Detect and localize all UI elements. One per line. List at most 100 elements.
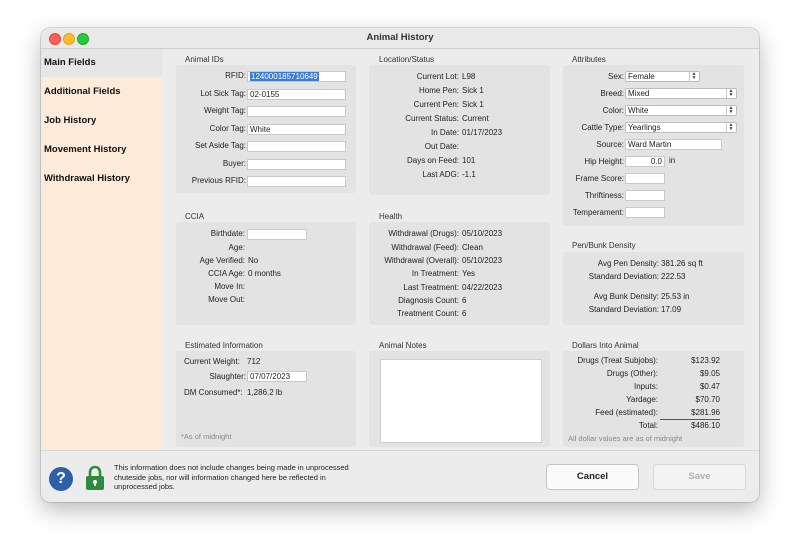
dollars-label-yardage: Yardage: [626,395,658,404]
set-aside-tag-field[interactable] [247,141,346,152]
color-tag-field[interactable]: White [247,124,346,135]
sidebar-item-main-fields[interactable]: Main Fields [41,49,162,77]
home-pen-value: Sick 1 [462,86,484,95]
std-dev-pen-value: 222.53 [661,272,686,281]
birthdate-field[interactable] [247,229,307,240]
weight-tag-field[interactable] [247,106,346,117]
slaughter-field[interactable]: 07/07/2023 [247,371,307,382]
slaughter-label: Slaughter: [209,372,246,381]
current-pen-value: Sick 1 [462,100,484,109]
age-verified-value: No [248,256,259,265]
days-on-feed-value: 101 [462,156,476,165]
breed-value: Mixed [628,89,650,98]
last-treatment-label: Last Treatment: [403,283,459,292]
color-label: Color: [602,106,624,115]
pen-bunk-density-title: Pen/Bunk Density [572,241,636,250]
diagnosis-count-value: 6 [462,296,467,305]
out-date-label: Out Date: [424,142,459,151]
previous-rfid-field[interactable] [247,176,346,187]
location-status-title: Location/Status [379,55,435,64]
age-label: Age: [228,243,245,252]
std-dev-bunk-label: Standard Deviation: [588,305,659,314]
sidebar-item-movement-history[interactable]: Movement History [41,136,162,164]
animal-notes-textarea[interactable] [380,359,542,443]
sidebar-item-job-history[interactable]: Job History [41,107,162,135]
sidebar-item-additional-fields[interactable]: Additional Fields [41,78,162,106]
last-treatment-value: 04/22/2023 [462,283,503,292]
ccia-age-label: CCIA Age: [208,269,245,278]
footer-bar: ? This information does not include chan… [41,450,759,502]
rfid-field[interactable]: 124000185710649 [247,71,346,82]
thriftiness-label: Thriftiness: [584,191,624,200]
temperament-field[interactable] [625,207,665,218]
pen-bunk-density-panel: Avg Pen Density: 381.26 sq ft Standard D… [563,252,744,325]
last-adg-label: Last ADG: [422,170,459,179]
color-value: White [628,106,649,115]
hip-height-label: Hip Height: [584,157,624,166]
color-select[interactable]: White ▲ ▼ [625,105,737,116]
in-date-value: 01/17/2023 [462,128,503,137]
withdrawal-feed-label: Withdrawal (Feed): [391,243,459,252]
avg-pen-density-label: Avg Pen Density: [597,259,659,268]
source-field[interactable]: Ward Martin [625,139,722,150]
std-dev-pen-label: Standard Deviation: [588,272,659,281]
help-icon[interactable]: ? [49,467,73,491]
hip-height-field[interactable]: 0.0 [625,156,665,167]
cattle-type-select[interactable]: Yearlings ▲ ▼ [625,122,737,133]
sidebar-item-withdrawal-history[interactable]: Withdrawal History [41,165,162,193]
ccia-panel: Birthdate: Age: Age Verified: No CCIA Ag… [176,222,356,325]
treatment-count-label: Treatment Count: [397,309,459,318]
dollars-value-yardage: $70.70 [695,395,720,404]
age-verified-label: Age Verified: [199,256,245,265]
dm-consumed-value: 1,286.2 lb [247,388,283,397]
cattle-type-value: Yearlings [628,123,661,132]
dollars-into-animal-title: Dollars Into Animal [572,341,639,350]
diagnosis-count-label: Diagnosis Count: [398,296,459,305]
attributes-panel: Sex: Female ▲ ▼ Breed: Mixed ▲ ▼ Color: Whit… [563,65,744,226]
save-button[interactable]: Save [653,464,746,490]
frame-score-field[interactable] [625,173,665,184]
weight-tag-label: Weight Tag: [204,106,246,115]
in-treatment-value: Yes [462,269,476,278]
cancel-button[interactable]: Cancel [546,464,639,490]
stepper-arrows-icon: ▲ ▼ [726,89,735,98]
dollars-label-drugs-other: Drugs (Other): [606,369,658,378]
avg-pen-density-value: 381.26 sq ft [661,259,703,268]
avg-bunk-density-label: Avg Bunk Density: [593,292,659,301]
lot-sick-tag-label: Lot Sick Tag: [200,89,246,98]
dollars-footnote: All dollar values are as of midnight [568,434,683,443]
treatment-count-value: 6 [462,309,467,318]
thriftiness-field[interactable] [625,190,665,201]
animal-ids-panel: RFID: 124000185710649 Lot Sick Tag: 02-0… [176,65,356,193]
buyer-field[interactable] [247,159,346,170]
dollars-label-inputs: Inputs: [633,382,658,391]
dollars-value-total: $486.10 [691,421,720,430]
current-pen-label: Current Pen: [413,100,459,109]
animal-notes-panel [369,351,550,447]
last-adg-value: -1.1 [462,170,476,179]
color-tag-label: Color Tag: [209,124,246,133]
estimated-info-panel: Current Weight: 712 Slaughter: 07/07/202… [176,351,356,447]
current-weight-label: Current Weight: [184,357,240,366]
move-out-label: Move Out: [208,295,245,304]
sex-select[interactable]: Female ▲ ▼ [625,71,700,82]
breed-select[interactable]: Mixed ▲ ▼ [625,88,737,99]
birthdate-label: Birthdate: [210,229,245,238]
withdrawal-drugs-label: Withdrawal (Drugs): [388,229,459,238]
stepper-arrows-icon: ▲ ▼ [726,123,735,132]
std-dev-bunk-value: 17.09 [661,305,682,314]
lot-sick-tag-field[interactable]: 02-0155 [247,89,346,100]
dollars-value-inputs: $0.47 [699,382,720,391]
health-title: Health [379,212,403,221]
title-bar: Animal History [41,28,759,49]
dollars-into-animal-panel: Drugs (Treat Subjobs): $123.92 Drugs (Ot… [563,351,744,447]
ccia-age-value: 0 months [248,269,281,278]
source-label: Source: [596,140,624,149]
breed-label: Breed: [600,89,624,98]
stepper-arrows-icon: ▲ ▼ [689,72,698,81]
animal-history-window: Animal History Main Fields Additional Fi… [41,28,759,502]
lock-icon[interactable] [85,465,105,491]
ccia-title: CCIA [185,212,205,221]
rfid-value: 124000185710649 [250,72,319,81]
withdrawal-overall-label: Withdrawal (Overall): [384,256,459,265]
